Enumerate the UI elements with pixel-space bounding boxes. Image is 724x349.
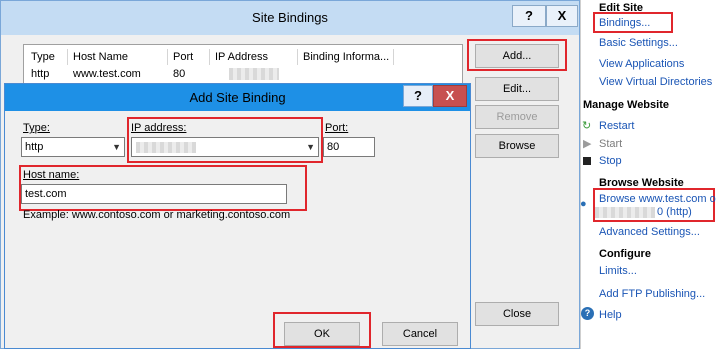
start-icon: ▶ [583, 138, 592, 150]
add-button[interactable]: Add... [475, 44, 559, 68]
manage-website-heading: Manage Website [583, 99, 669, 111]
column-header-type[interactable]: Type [26, 49, 68, 65]
type-label: Type: [23, 122, 50, 134]
help-button[interactable]: ? [512, 5, 546, 27]
globe-icon: ● [580, 198, 587, 210]
add-site-binding-titlebar: Add Site Binding ? X [5, 84, 470, 111]
browse-ip-redacted [595, 207, 655, 218]
table-cell-ip-redacted [229, 68, 279, 80]
add-site-binding-dialog: Add Site Binding ? X Type: http ▼ IP add… [4, 83, 471, 349]
start-link[interactable]: Start [599, 138, 622, 150]
advanced-settings-link[interactable]: Advanced Settings... [599, 226, 700, 238]
port-label: Port: [325, 122, 349, 134]
ip-address-label: IP address: [131, 122, 187, 134]
table-cell-type: http [31, 68, 50, 80]
stop-icon [583, 157, 591, 165]
remove-button[interactable]: Remove [475, 105, 559, 129]
browse-button[interactable]: Browse [475, 134, 559, 158]
type-select-value: http [25, 141, 44, 153]
configure-heading: Configure [599, 248, 651, 260]
table-cell-host: www.test.com [73, 68, 141, 80]
column-header-port[interactable]: Port [168, 49, 210, 65]
view-applications-link[interactable]: View Applications [599, 58, 684, 70]
restart-link[interactable]: Restart [599, 120, 634, 132]
help-icon: ? [581, 307, 594, 320]
column-header-binding-info[interactable]: Binding Informa... [298, 49, 394, 65]
bindings-link[interactable]: Bindings... [599, 17, 650, 29]
chevron-down-icon: ▼ [306, 142, 315, 152]
ip-address-select[interactable]: ▼ [131, 137, 319, 157]
browse-website-link[interactable]: Browse www.test.com o [599, 193, 716, 205]
actions-pane: Edit Site Bindings... Basic Settings... … [580, 0, 724, 349]
table-cell-port: 80 [173, 68, 186, 80]
type-select[interactable]: http ▼ [21, 137, 125, 157]
add-ftp-publishing-link[interactable]: Add FTP Publishing... [599, 288, 705, 300]
host-name-label: Host name: [23, 169, 80, 181]
table-row[interactable]: http www.test.com 80 [24, 66, 462, 82]
chevron-down-icon: ▼ [112, 142, 121, 152]
add-site-binding-title: Add Site Binding [189, 90, 286, 105]
close-button[interactable]: X [546, 5, 578, 27]
ip-address-redacted [136, 142, 196, 153]
stop-link[interactable]: Stop [599, 155, 622, 167]
close-button[interactable]: X [433, 85, 467, 107]
basic-settings-link[interactable]: Basic Settings... [599, 37, 678, 49]
edit-button[interactable]: Edit... [475, 77, 559, 101]
limits-link[interactable]: Limits... [599, 265, 637, 277]
example-text: Example: www.contoso.com or marketing.co… [23, 209, 291, 221]
close-dialog-button[interactable]: Close [475, 302, 559, 326]
restart-icon: ↻ [582, 120, 592, 132]
site-bindings-title: Site Bindings [252, 10, 328, 25]
help-link[interactable]: Help [599, 309, 622, 321]
host-name-input[interactable]: test.com [21, 184, 287, 204]
cancel-button[interactable]: Cancel [382, 322, 458, 346]
column-header-host-name[interactable]: Host Name [68, 49, 168, 65]
site-bindings-titlebar: Site Bindings ? X [1, 1, 579, 35]
help-button[interactable]: ? [403, 85, 433, 107]
browse-website-link-line2[interactable]: 0 (http) [657, 206, 692, 218]
ok-button[interactable]: OK [284, 322, 360, 346]
column-header-ip-address[interactable]: IP Address [210, 49, 298, 65]
view-virtual-directories-link[interactable]: View Virtual Directories [599, 76, 712, 88]
port-input[interactable]: 80 [323, 137, 375, 157]
